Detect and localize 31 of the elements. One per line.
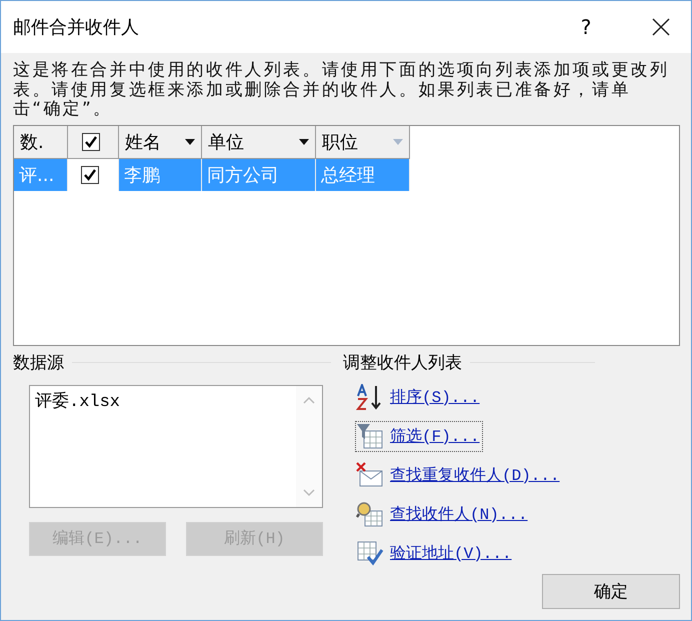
ok-button[interactable]: 确定 <box>542 574 680 609</box>
help-button[interactable]: ? <box>561 2 611 52</box>
data-source-list[interactable]: 评委.xlsx <box>29 384 323 508</box>
link-row[interactable]: 验证地址(V)... <box>355 538 515 568</box>
checkbox[interactable] <box>82 132 100 150</box>
column-header[interactable]: 姓名 <box>119 126 202 158</box>
column-header[interactable]: 单位 <box>202 126 316 158</box>
column-header[interactable]: 职位 <box>316 126 410 158</box>
checkbox[interactable] <box>81 166 99 184</box>
section-label: 数据源 <box>13 352 64 374</box>
envelope-icon <box>356 462 384 488</box>
table-cell: 总经理 <box>316 158 410 190</box>
dropdown-arrow-icon[interactable] <box>299 138 309 144</box>
table-cell: 同方公司 <box>202 158 316 190</box>
description-text: 这是将在合并中使用的收件人列表。请使用下面的选项向列表添加项或更改列表。请使用复选框来添加或删除合并的收件人。如果列表已准备好，请单击“确定”。 <box>13 61 670 120</box>
window-title: 邮件合并收件人 <box>13 16 140 39</box>
column-header[interactable]: 数. <box>14 126 68 158</box>
close-icon <box>652 18 670 36</box>
section-label: 调整收件人列表 <box>343 352 462 374</box>
list-item[interactable]: 评委.xlsx <box>35 388 291 412</box>
column-header[interactable] <box>68 126 119 158</box>
link-row[interactable]: 查找收件人(N)... <box>355 498 531 530</box>
search-icon <box>356 501 384 527</box>
dropdown-arrow-icon[interactable] <box>185 138 195 144</box>
filter-icon <box>356 423 384 449</box>
table-cell: 评... <box>14 158 68 190</box>
link-row[interactable]: 排序(S)... <box>355 382 483 412</box>
validate-icon <box>356 540 384 566</box>
link-row[interactable]: 查找重复收件人(D)... <box>355 460 563 490</box>
table-cell: 李鹏 <box>119 158 202 190</box>
link-row[interactable]: 筛选(F)... <box>355 420 483 452</box>
